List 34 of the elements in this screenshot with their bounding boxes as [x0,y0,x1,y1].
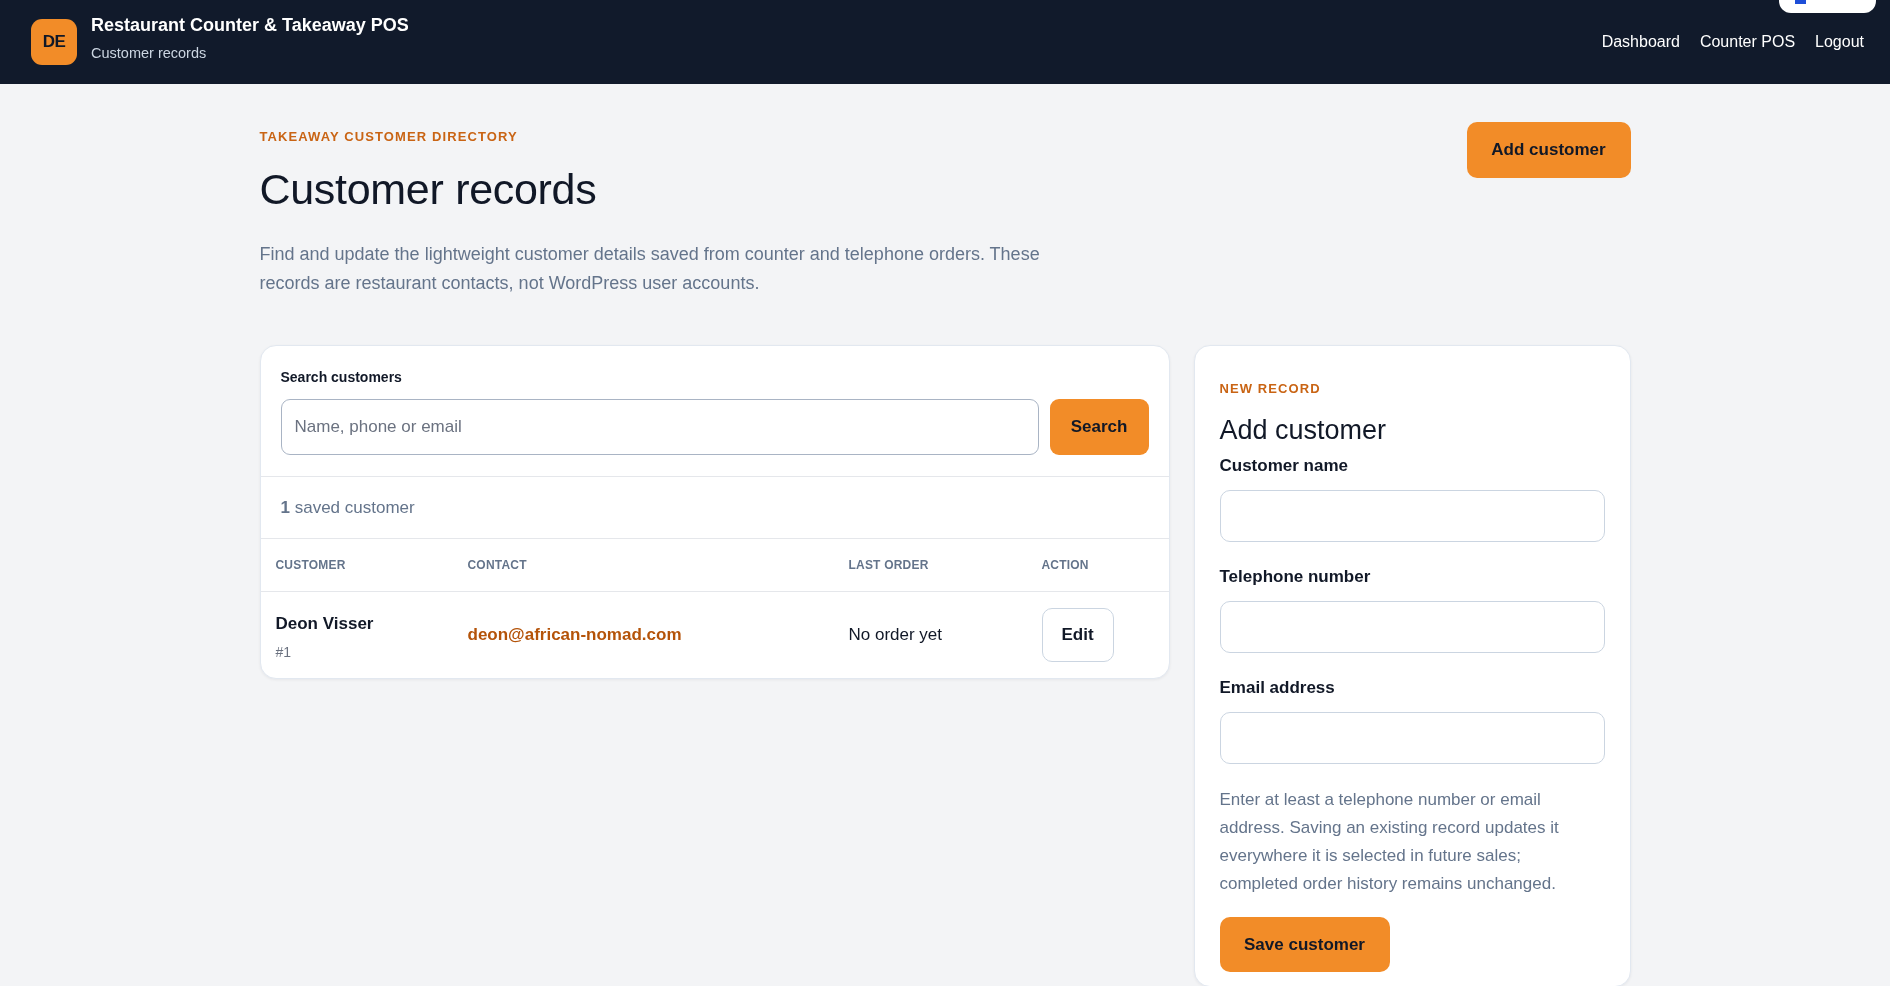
field-label: Email address [1219,677,1335,699]
page-title: Customer records [259,164,597,215]
form-eyebrow: NEW RECORD [1219,381,1321,397]
input-field[interactable] [1219,601,1605,653]
customer-name: Deon Visser [275,612,374,635]
input-field[interactable] [1219,712,1605,764]
column-header: CONTACT [467,557,527,572]
app-title: Restaurant Counter & Takeaway POS [91,14,409,36]
edit-button[interactable]: Edit [1041,607,1114,662]
app-subtitle: Customer records [91,44,207,62]
nav-link[interactable]: Counter POS [1699,32,1796,52]
nav-link[interactable]: Logout [1815,32,1864,52]
rectangle-icon [1795,0,1806,4]
email-link[interactable]: deon@african-nomad.com [467,624,682,644]
page-description: Find and update the lightweight customer details saved from counter and telephone orders. These records are restaurant contacts, not WordPress user accounts. [259,243,1041,295]
customer-number: #1 [275,642,292,661]
nav-link[interactable]: Dashboard [1601,32,1680,52]
form-title: Add customer [1219,414,1388,447]
field-label: Customer name [1219,455,1348,477]
save-customer-button[interactable]: Save customer [1219,917,1390,972]
last-order-text: No order yet [848,624,943,644]
section-eyebrow: TAKEAWAY CUSTOMER DIRECTORY [259,129,518,145]
field-label: Telephone number [1219,566,1371,588]
search-field[interactable]: Name, phone or email [280,399,1039,455]
search-button[interactable]: Search [1049,399,1149,455]
logo-badge: DE [31,19,77,65]
help-text: Enter at least a telephone number or email address. Saving an existing record updates it everywhere it is selected in future sales; completed order history remains unchanged. [1219,789,1560,895]
search-label: Search customers [280,368,402,386]
customer-count: 1 saved customer [280,497,415,518]
column-header: ACTION [1041,557,1089,572]
input-field[interactable] [1219,490,1605,542]
add-customer-button[interactable]: Add customer [1466,122,1631,178]
column-header: CUSTOMER [275,557,346,572]
column-header: LAST ORDER [848,557,929,572]
